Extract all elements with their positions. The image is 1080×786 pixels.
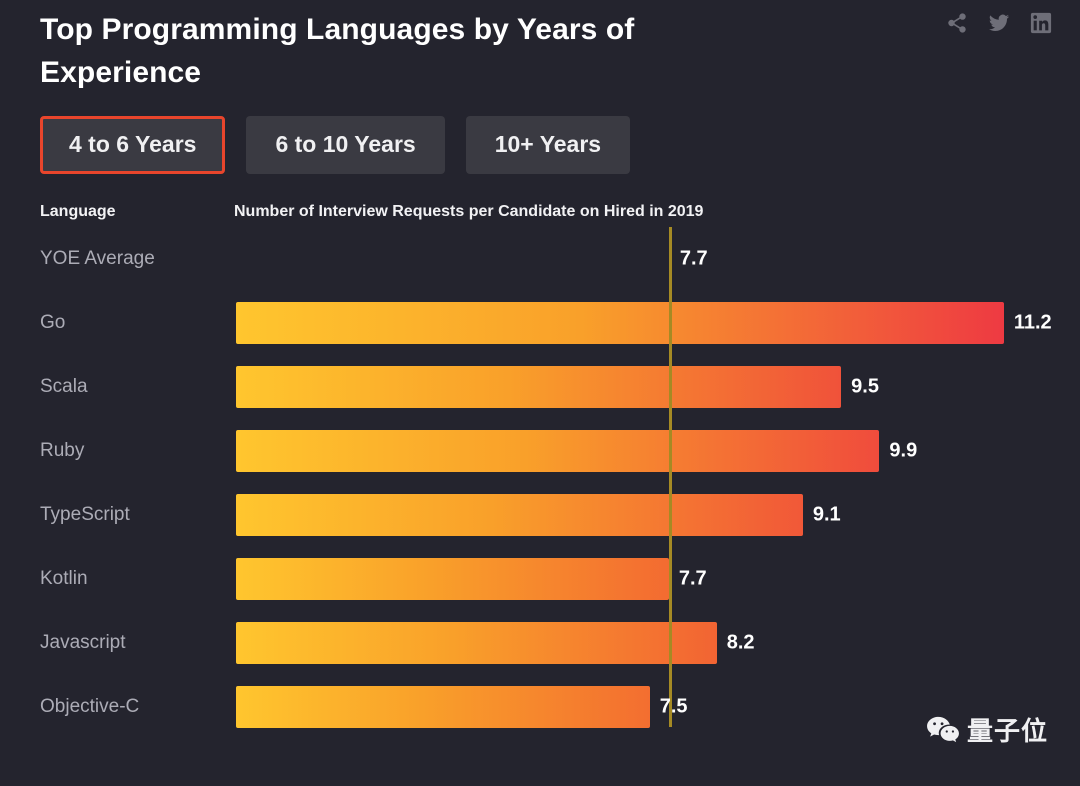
chart-row-label: Javascript	[40, 632, 126, 653]
chart-bar-value: 9.9	[889, 439, 918, 462]
chart-bar[interactable]	[236, 686, 650, 728]
social-share-group	[946, 12, 1052, 34]
chart-row-label: Scala	[40, 376, 88, 397]
chart-bar[interactable]	[236, 430, 880, 472]
chart-row: Scala 9.5	[0, 355, 1080, 419]
yoe-average-reference-line	[668, 227, 672, 727]
chart-bar-value: 7.5	[659, 695, 688, 718]
chart-bar-value: 7.7	[678, 567, 707, 590]
yoe-average-value: 7.7	[679, 247, 708, 270]
page-title: Top Programming Languages by Years of Ex…	[40, 13, 635, 89]
chart-row: YOE Average 7.7	[0, 227, 1080, 291]
column-headers: Language Number of Interview Requests pe…	[40, 203, 1040, 227]
chart-row-label: Ruby	[40, 440, 85, 461]
chart-row: Objective-C 7.5	[0, 675, 1080, 739]
years-of-experience-tabs: 4 to 6 Years 6 to 10 Years 10+ Years	[0, 94, 1080, 174]
page-header: Top Programming Languages by Years of Ex…	[0, 0, 1080, 94]
tab-10-plus-years[interactable]: 10+ Years	[465, 116, 631, 174]
chart-bar[interactable]	[236, 366, 842, 408]
chart-bar[interactable]	[236, 622, 717, 664]
watermark: 量子位	[926, 711, 1048, 748]
chart-bar-value: 11.2	[1013, 311, 1052, 334]
watermark-text: 量子位	[966, 716, 1048, 746]
chart-row: Javascript 8.2	[0, 611, 1080, 675]
chart-row-label: Kotlin	[40, 568, 88, 589]
chart-row: Kotlin 7.7	[0, 547, 1080, 611]
chart-row: Go 11.2	[0, 291, 1080, 355]
twitter-icon[interactable]	[988, 12, 1010, 34]
chart-row-label: TypeScript	[40, 504, 130, 525]
chart-row: TypeScript 9.1	[0, 483, 1080, 547]
share-icon[interactable]	[946, 12, 968, 34]
column-header-language: Language	[40, 203, 116, 220]
chart-bar[interactable]	[236, 302, 1004, 344]
tab-6-to-10-years[interactable]: 6 to 10 Years	[246, 116, 445, 174]
wechat-icon	[926, 715, 960, 745]
bar-chart: YOE Average 7.7 Go 11.2 Scala 9.5 Ruby 9.9 TypeS…	[0, 227, 1080, 728]
linkedin-icon[interactable]	[1030, 12, 1052, 34]
chart-row-label: Objective-C	[40, 696, 140, 717]
chart-bar[interactable]	[236, 494, 803, 536]
chart-bar[interactable]	[236, 558, 669, 600]
chart-row-label: YOE Average	[40, 248, 155, 269]
chart-bar-value: 9.1	[812, 503, 841, 526]
column-header-metric: Number of Interview Requests per Candida…	[234, 203, 704, 220]
chart-row: Ruby 9.9	[0, 419, 1080, 483]
chart-bar-value: 8.2	[726, 631, 755, 654]
chart-row-label: Go	[40, 312, 66, 333]
tab-4-to-6-years[interactable]: 4 to 6 Years	[40, 116, 226, 174]
chart-bar-value: 9.5	[851, 375, 879, 398]
